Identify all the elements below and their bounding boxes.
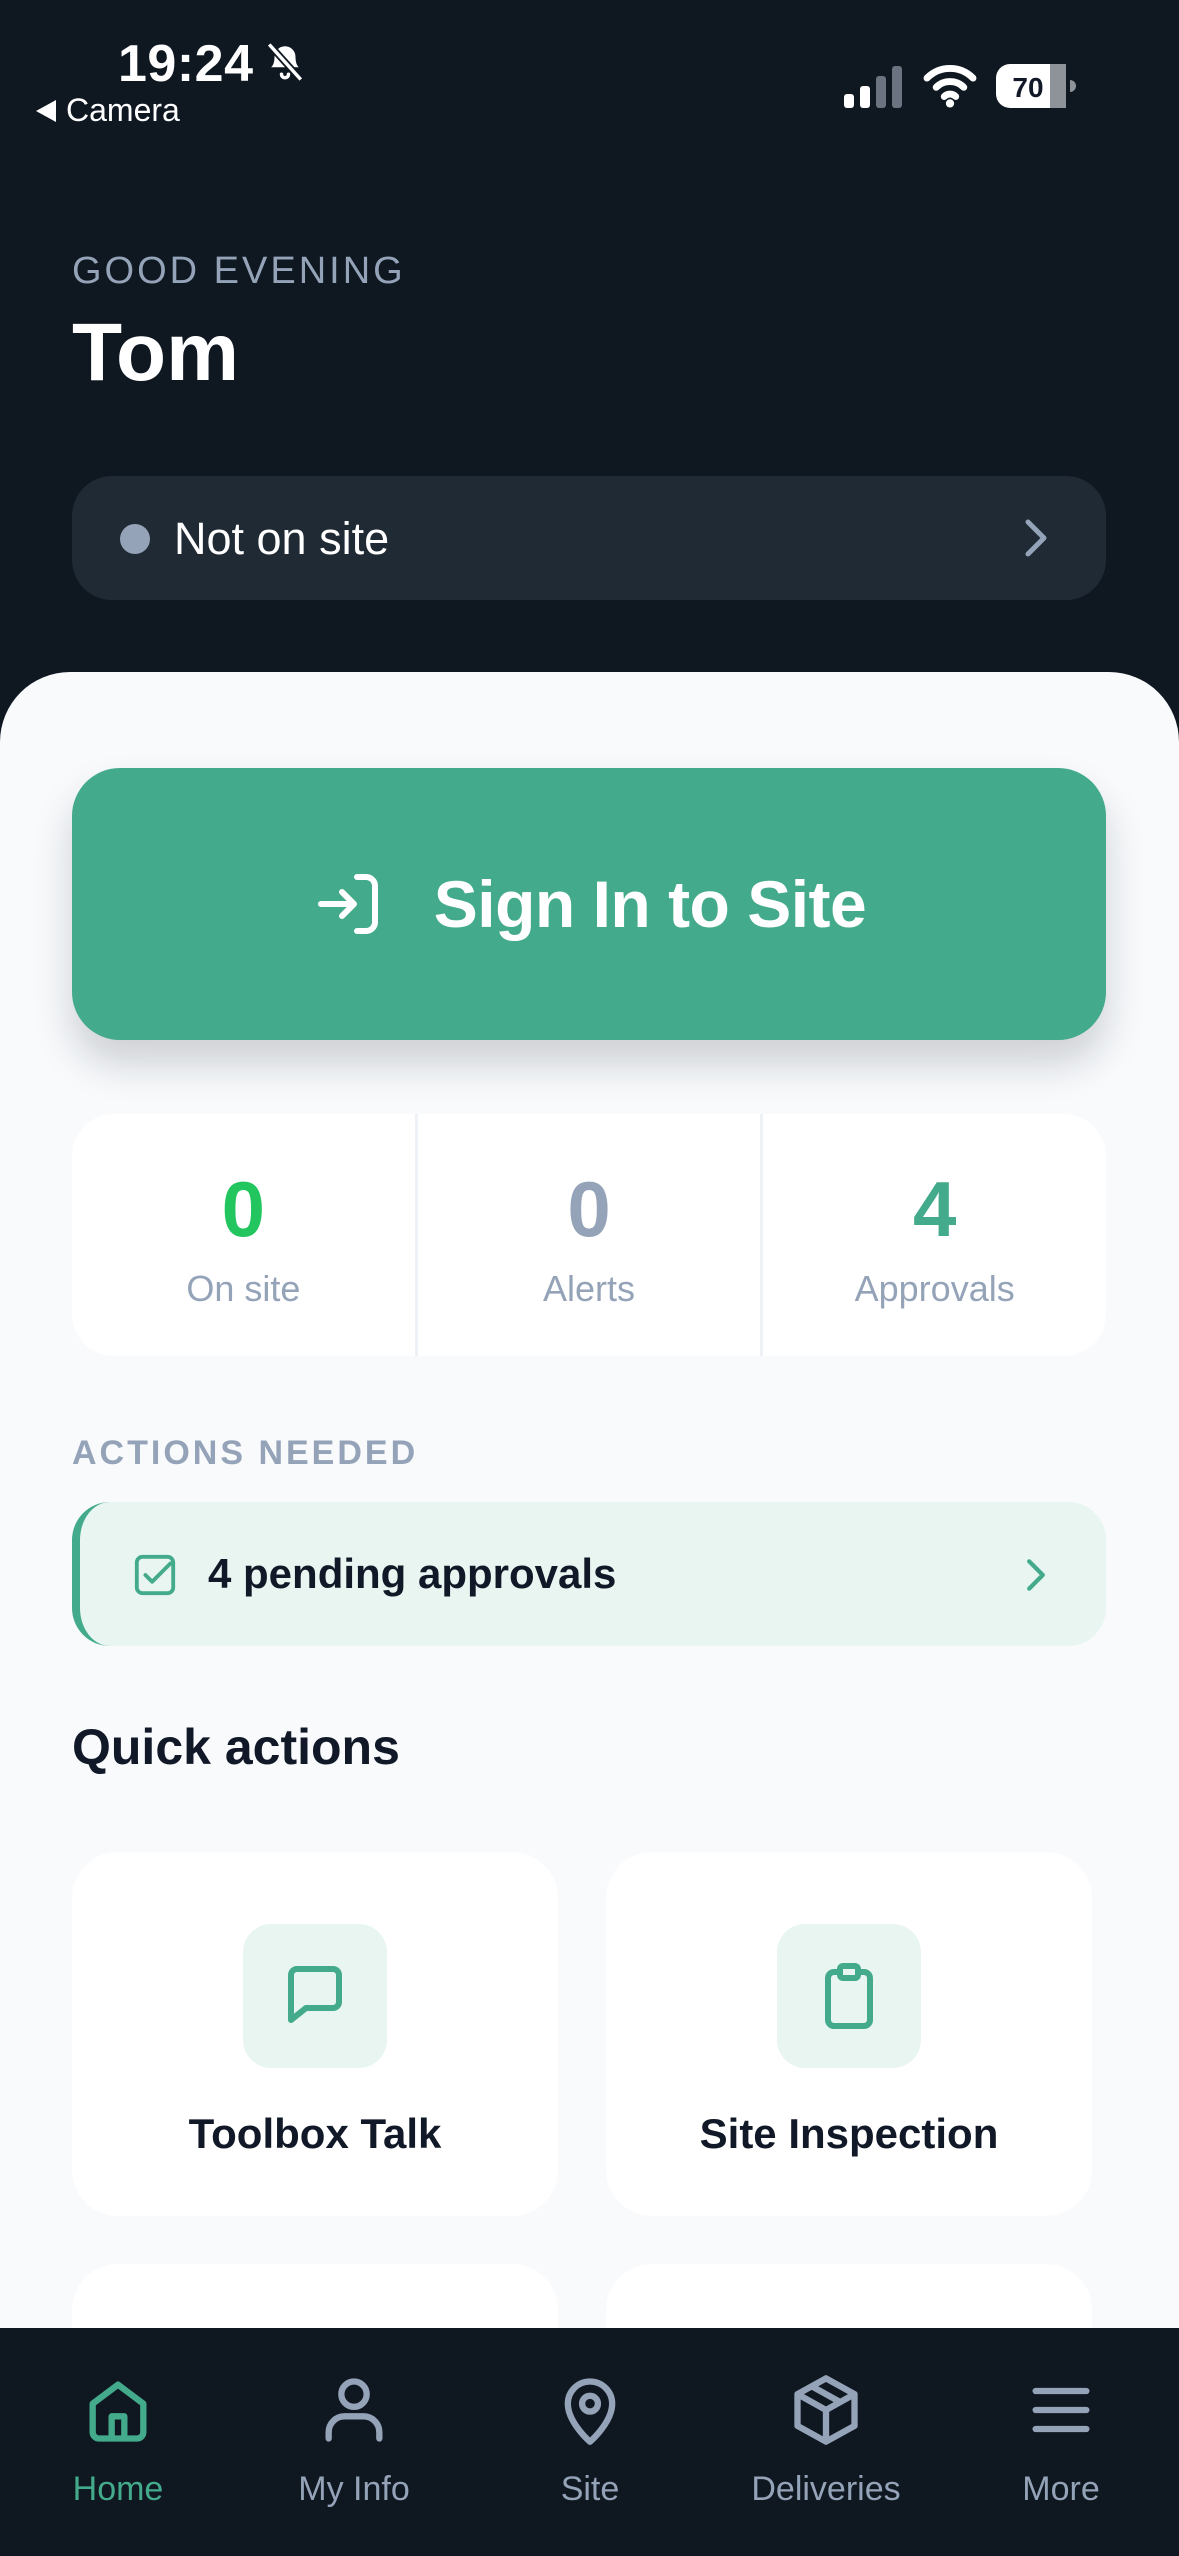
on-site-count: 0: [221, 1165, 266, 1253]
map-pin-icon: [564, 2378, 616, 2445]
tab-site[interactable]: Site: [472, 2372, 708, 2522]
tab-label: My Info: [298, 2470, 410, 2508]
alerts-count: 0: [567, 1165, 611, 1253]
stats-card: 0 On site 0 Alerts 4 Approvals: [72, 1114, 1106, 1356]
status-dot: [120, 524, 150, 554]
battery-icon: 70: [996, 64, 1076, 108]
actions-needed-heading: ACTIONS NEEDED: [72, 1434, 419, 1472]
main-content: Sign In to Site 0 On site 0 Alerts 4 App…: [0, 672, 1179, 2556]
back-to-camera-button[interactable]: Camera: [36, 92, 180, 129]
status-time: 19:24: [118, 35, 254, 93]
quick-icon-box: [777, 1924, 921, 2068]
menu-icon: [1032, 2387, 1090, 2433]
site-inspection-card[interactable]: Site Inspection: [606, 1852, 1092, 2216]
chevron-right-icon: [1025, 519, 1047, 557]
back-label: Camera: [66, 92, 180, 128]
user-name: Tom: [72, 307, 240, 398]
site-status-row[interactable]: Not on site: [72, 476, 1106, 600]
tab-home[interactable]: Home: [0, 2372, 236, 2522]
user-icon: [325, 2378, 383, 2442]
sign-in-to-site-button[interactable]: Sign In to Site: [72, 768, 1106, 1040]
wifi-icon: [923, 65, 977, 108]
tab-label: Site: [560, 2470, 620, 2508]
bottom-tab-bar: Home My Info Site Deliveries More: [0, 2328, 1179, 2556]
tab-deliveries[interactable]: Deliveries: [708, 2372, 944, 2522]
cellular-signal-icon: [844, 66, 902, 108]
site-inspection-label: Site Inspection: [699, 2110, 999, 2157]
stat-approvals[interactable]: 4 Approvals: [763, 1114, 1106, 1356]
sign-in-icon: [317, 874, 378, 934]
chevron-right-icon: [1027, 1559, 1045, 1591]
approvals-count: 4: [912, 1165, 957, 1253]
toolbox-talk-label: Toolbox Talk: [188, 2110, 442, 2157]
home-icon: [89, 2381, 147, 2442]
stat-on-site[interactable]: 0 On site: [72, 1114, 418, 1356]
tab-label: Home: [72, 2470, 164, 2508]
approvals-label: Approvals: [854, 1268, 1015, 1309]
tab-more[interactable]: More: [943, 2372, 1179, 2522]
back-triangle-icon: [36, 99, 56, 122]
bell-off-icon: [266, 42, 304, 82]
clipboard-icon: [825, 1963, 873, 2029]
tab-label: More: [1022, 2470, 1100, 2508]
quick-icon-box: [243, 1924, 387, 2068]
sign-in-label: Sign In to Site: [433, 867, 867, 941]
tab-label: Deliveries: [751, 2470, 901, 2508]
on-site-label: On site: [186, 1268, 301, 1309]
battery-level: 70: [1012, 72, 1043, 103]
package-icon: [794, 2375, 858, 2445]
site-status-text: Not on site: [174, 513, 390, 564]
alerts-label: Alerts: [542, 1268, 636, 1309]
pending-approvals-row[interactable]: 4 pending approvals: [72, 1502, 1106, 1646]
pending-approvals-text: 4 pending approvals: [208, 1550, 617, 1597]
stat-alerts[interactable]: 0 Alerts: [418, 1114, 764, 1356]
message-icon: [288, 1966, 342, 2023]
quick-actions-title: Quick actions: [72, 1719, 400, 1775]
status-bar: 19:24 Camera 70: [0, 0, 1179, 140]
tab-my-info[interactable]: My Info: [236, 2372, 472, 2522]
greeting-text: GOOD EVENING: [72, 250, 406, 292]
toolbox-talk-card[interactable]: Toolbox Talk: [72, 1852, 558, 2216]
checkbox-check-icon: [134, 1554, 176, 1596]
